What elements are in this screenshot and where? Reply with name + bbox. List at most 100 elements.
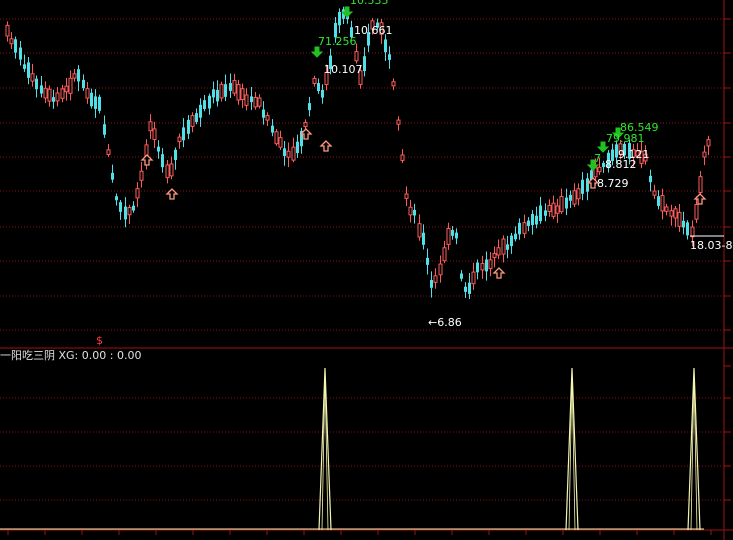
candle xyxy=(559,188,564,214)
candle xyxy=(195,108,198,125)
candle xyxy=(460,270,463,282)
candle xyxy=(169,156,174,180)
candle xyxy=(510,232,513,254)
candle xyxy=(388,46,391,69)
candle xyxy=(312,75,317,87)
candle xyxy=(664,203,669,216)
candle xyxy=(77,65,80,92)
candle xyxy=(547,199,552,217)
candle xyxy=(98,94,101,114)
candle xyxy=(265,112,270,126)
candle xyxy=(30,63,35,87)
candle xyxy=(229,73,232,98)
candle xyxy=(492,246,497,268)
candle xyxy=(569,190,572,208)
candle xyxy=(485,251,488,281)
up-arrow-icon xyxy=(319,140,333,152)
up-arrow-icon xyxy=(492,267,506,279)
price-label: 7 xyxy=(594,152,601,165)
price-label: 71.256 xyxy=(318,35,357,48)
candle xyxy=(278,130,283,150)
candle xyxy=(480,255,485,279)
candle xyxy=(673,206,678,228)
candle xyxy=(40,75,43,98)
down-arrow-icon xyxy=(310,46,324,58)
candle xyxy=(531,210,534,235)
candle xyxy=(408,199,413,223)
candle xyxy=(236,79,241,105)
candle xyxy=(702,145,707,166)
candle xyxy=(132,201,135,213)
candle xyxy=(576,183,581,206)
price-label: 18.03-8 xyxy=(690,239,732,252)
candle xyxy=(161,148,164,173)
candle xyxy=(177,133,182,149)
candle xyxy=(5,21,10,42)
candle xyxy=(52,89,55,109)
candle xyxy=(90,88,93,109)
candle xyxy=(244,88,249,111)
candle xyxy=(686,220,689,240)
candle xyxy=(219,81,224,102)
candle xyxy=(157,140,160,159)
signal-spike xyxy=(321,373,329,531)
candle xyxy=(19,41,22,66)
indicator-signals xyxy=(0,367,704,531)
candle xyxy=(433,268,438,289)
candle xyxy=(119,200,122,220)
indicator-name: 一阳吃三阴 xyxy=(0,349,55,362)
candle xyxy=(438,255,443,283)
candle xyxy=(430,271,433,298)
candle xyxy=(652,184,657,200)
price-label: 8.729 xyxy=(597,177,629,190)
price-label: 8.812 xyxy=(605,158,637,171)
candle xyxy=(404,186,409,206)
candle xyxy=(103,115,106,138)
candle xyxy=(422,224,425,250)
candle xyxy=(455,228,458,245)
candle xyxy=(23,54,26,72)
candle xyxy=(384,34,387,61)
candle xyxy=(413,203,416,224)
candle xyxy=(539,196,542,224)
candle xyxy=(496,239,501,260)
candle xyxy=(581,172,584,201)
price-label: 79.981 xyxy=(606,132,645,145)
candle xyxy=(85,81,90,104)
candle xyxy=(27,57,30,85)
candle xyxy=(544,203,547,222)
candle xyxy=(216,80,219,107)
candle xyxy=(232,73,237,97)
candle xyxy=(106,143,111,158)
candle xyxy=(426,248,429,275)
candle xyxy=(286,142,291,168)
candle xyxy=(464,282,467,298)
candle xyxy=(111,164,114,183)
candle xyxy=(649,169,652,192)
candle xyxy=(35,75,38,98)
candle xyxy=(488,252,493,277)
candle xyxy=(135,182,140,208)
candle xyxy=(187,115,190,140)
candlestick-series xyxy=(5,6,711,300)
candle xyxy=(317,78,320,94)
candle xyxy=(250,87,253,111)
candle xyxy=(451,226,454,240)
candle xyxy=(565,188,568,216)
price-label: 10.661 xyxy=(354,24,393,37)
candle xyxy=(476,259,479,280)
dollar-marker: $ xyxy=(96,334,103,347)
candle xyxy=(522,214,527,239)
candle xyxy=(527,217,530,232)
candle xyxy=(174,147,177,170)
candle xyxy=(308,96,311,117)
candle xyxy=(514,226,517,242)
candle xyxy=(55,87,60,107)
candle xyxy=(291,137,296,163)
candle xyxy=(224,74,227,102)
candle xyxy=(555,198,560,223)
candle xyxy=(165,160,170,184)
candle xyxy=(148,114,153,140)
candle xyxy=(657,190,660,210)
candle xyxy=(47,85,52,107)
